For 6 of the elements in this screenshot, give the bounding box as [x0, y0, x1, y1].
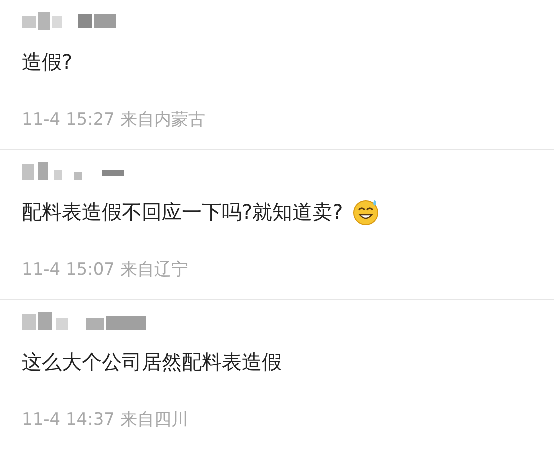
comment-meta: 11-4 15:27 来自内蒙古	[22, 109, 206, 131]
comment-text: 配料表造假不回应一下吗?就知道卖?	[22, 198, 344, 226]
comment-meta: 11-4 15:07 来自辽宁	[22, 259, 188, 281]
comment-text: 这么大个公司居然配料表造假	[22, 348, 282, 376]
comment-text: 造假?	[22, 48, 73, 76]
comment-meta: 11-4 14:37 来自四川	[22, 409, 188, 431]
